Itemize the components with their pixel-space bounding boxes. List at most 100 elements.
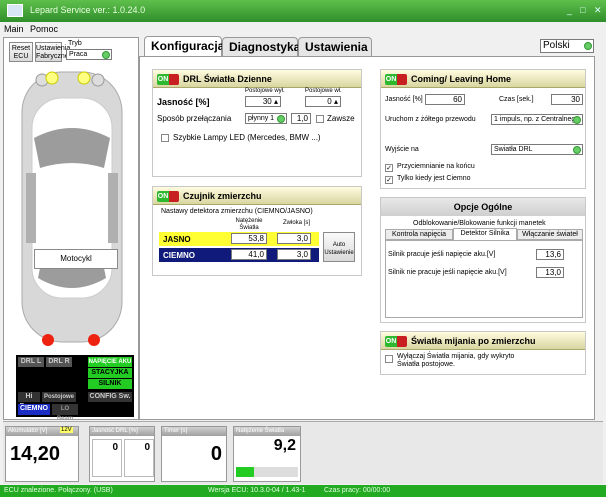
coming-header: ON Coming/ Leaving Home — [381, 70, 585, 88]
car-label: Motocykl — [34, 249, 118, 269]
mode-label: Tryb — [68, 40, 82, 47]
indicator-drl-l: DRL L — [18, 357, 44, 367]
sensor-ciemno-light-input[interactable]: 41,0 — [231, 249, 267, 260]
coming-time-label: Czas [sek.] — [499, 96, 534, 103]
config-panel: ON DRL Światła Dzienne Jasność [%] Posto… — [139, 56, 595, 420]
indicator-config: CONFIG Sw. — [88, 392, 132, 402]
sensor-jasno-light-input[interactable]: 53,8 — [231, 233, 267, 244]
menu-bar: Main Pomoc — [0, 22, 606, 36]
tab-diagnostyka[interactable]: Diagnostyka — [222, 37, 300, 56]
sensor-row-jasno: JASNO 53,8 3,0 — [159, 232, 319, 246]
general-tab-silnik[interactable]: Detektor Silnika — [453, 228, 517, 240]
window-title: Lepard Service ver.: 1.0.24.0 — [30, 5, 146, 15]
lowbeam-header: ON Światła mijania po zmierzchu — [381, 332, 585, 350]
right-door — [108, 173, 118, 243]
coming-dark-label: Tylko kiedy jest Ciemno — [397, 175, 471, 182]
windshield — [34, 128, 110, 168]
general-row1-label: Silnik pracuje jeśli napięcie aku.[V] — [388, 251, 496, 258]
chevron-down-icon — [102, 51, 110, 59]
voltage-gauge: Akumulator [V] 12V 14,20 — [5, 426, 79, 482]
drl-brightness-off-input[interactable]: 30 ▴ — [245, 96, 281, 107]
light-level-fill — [236, 467, 254, 477]
drl-switch-select[interactable]: płynny 1 — [245, 113, 287, 124]
sensor-col1-label: Natężenie Światła — [235, 218, 263, 231]
car-diagram — [21, 71, 123, 346]
language-select[interactable]: Polski — [540, 39, 594, 53]
sensor-box: ON Czujnik zmierzchu Nastawy detektora z… — [152, 186, 362, 276]
drl-switch-number[interactable]: 1,0 — [291, 113, 311, 124]
right-tail-light — [88, 334, 100, 346]
status-connection: ECU znalezione. Połączony. (USB) — [4, 487, 113, 494]
general-tab-napiecie[interactable]: Kontrola napięcia — [385, 229, 453, 240]
indicator-panel: DRL L DRL R NAPIĘCIE AKU STACYJKA SILNIK… — [16, 355, 134, 422]
close-button[interactable]: ✕ — [594, 5, 602, 16]
sensor-ciemno-delay-input[interactable]: 3,0 — [277, 249, 311, 260]
indicator-silnik: SILNIK — [88, 379, 132, 389]
coming-output-select[interactable]: Światła DRL — [491, 144, 583, 155]
coming-time-input[interactable]: 30 — [551, 94, 583, 105]
light-gauge-label: Natężenie Światła — [234, 427, 300, 436]
status-version: Wersja ECU: 10.3.0-04 / 1.43-1 — [208, 487, 306, 494]
drl-led-label: Szybkie Lampy LED (Mercedes, BMW ...) — [173, 133, 321, 142]
general-header: Odblokowanie/Blokowanie funkcji manetek — [413, 220, 546, 227]
brightness-gauge-label: Jasność DRL [%] — [90, 427, 154, 436]
left-tail-light — [42, 334, 54, 346]
maximize-button[interactable]: □ — [580, 5, 585, 15]
general-tab-content: Silnik pracuje jeśli napięcie aku.[V] 13… — [385, 240, 583, 318]
brightness-cell-2: 0 — [124, 439, 154, 477]
indicator-lo-beam: LO Beam — [52, 404, 78, 422]
coming-dim-label: Przyciemnianie na końcu — [397, 163, 475, 170]
coming-trigger-select[interactable]: 1 impuls, np. z Centralnego — [491, 114, 583, 125]
general-row1-input[interactable]: 13,6 — [536, 249, 564, 260]
coming-trigger-label: Uruchom z żółtego przewodu — [385, 116, 476, 123]
menu-main[interactable]: Main — [4, 24, 24, 34]
minimize-button[interactable]: _ — [567, 5, 572, 15]
left-door — [26, 173, 36, 243]
drl-led-checkbox[interactable] — [161, 134, 169, 142]
lowbeam-checkbox[interactable] — [385, 355, 393, 363]
auto-setup-button[interactable]: Auto Ustawienie — [323, 232, 355, 262]
drl-switch-label: Sposób przełączania — [157, 114, 232, 123]
drl-always-checkbox[interactable] — [316, 115, 324, 123]
drl-header: ON DRL Światła Dzienne — [153, 70, 361, 88]
coming-brightness-label: Jasność [%] — [385, 96, 423, 103]
mode-select[interactable]: Praca — [66, 49, 112, 60]
general-row2-input[interactable]: 13,0 — [536, 267, 564, 278]
right-outer-light — [91, 73, 105, 87]
coming-toggle[interactable]: ON — [385, 74, 407, 85]
drl-title: DRL Światła Dzienne — [183, 74, 272, 84]
brightness-gauge: Jasność DRL [%] 0 0 — [89, 426, 155, 482]
tab-konfiguracja[interactable]: Konfiguracja — [144, 36, 224, 57]
sensor-header: ON Czujnik zmierzchu — [153, 187, 361, 205]
drl-toggle[interactable]: ON — [157, 74, 179, 85]
status-worktime: Czas pracy: 00/00:00 — [324, 487, 391, 494]
general-tab-swiatla[interactable]: Włączanie świateł — [517, 229, 583, 240]
voltage-value: 14,20 — [10, 443, 61, 465]
general-box: Opcje Ogólne Odblokowanie/Blokowanie fun… — [380, 197, 586, 323]
sensor-jasno-delay-input[interactable]: 3,0 — [277, 233, 311, 244]
factory-settings-button[interactable]: Ustawienia Fabryczne — [35, 42, 70, 62]
chevron-down-icon — [573, 146, 581, 154]
timer-gauge-label: Timer [s] — [162, 427, 226, 436]
drl-box: ON DRL Światła Dzienne Jasność [%] Posto… — [152, 69, 362, 177]
light-gauge: Natężenie Światła 9,2 — [233, 426, 301, 482]
indicator-drl-r: DRL R — [46, 357, 72, 367]
tab-ustawienia[interactable]: Ustawienia — [298, 37, 372, 56]
menu-pomoc[interactable]: Pomoc — [30, 24, 58, 34]
indicator-ciemno: CIEMNO — [18, 404, 50, 415]
reset-ecu-button[interactable]: Reset ECU — [9, 42, 33, 62]
light-value: 9,2 — [273, 437, 296, 454]
coming-dark-checkbox[interactable]: ✓ — [385, 176, 393, 184]
drl-col1-label: Postojowe wył. — [245, 88, 285, 94]
coming-brightness-input[interactable]: 60 — [425, 94, 465, 105]
coming-box: ON Coming/ Leaving Home Jasność [%] 60 C… — [380, 69, 586, 189]
drl-brightness-on-input[interactable]: 0 ▴ — [305, 96, 341, 107]
lowbeam-toggle[interactable]: ON — [385, 336, 407, 347]
sensor-toggle[interactable]: ON — [157, 191, 179, 202]
chevron-down-icon — [573, 116, 581, 124]
chevron-down-icon — [584, 42, 592, 50]
sensor-ciemno-label: CIEMNO — [163, 251, 195, 260]
indicator-napiecie: NAPIĘCIE AKU — [88, 357, 132, 367]
coming-dim-checkbox[interactable]: ✓ — [385, 164, 393, 172]
voltage-badge: 12V — [60, 427, 73, 433]
